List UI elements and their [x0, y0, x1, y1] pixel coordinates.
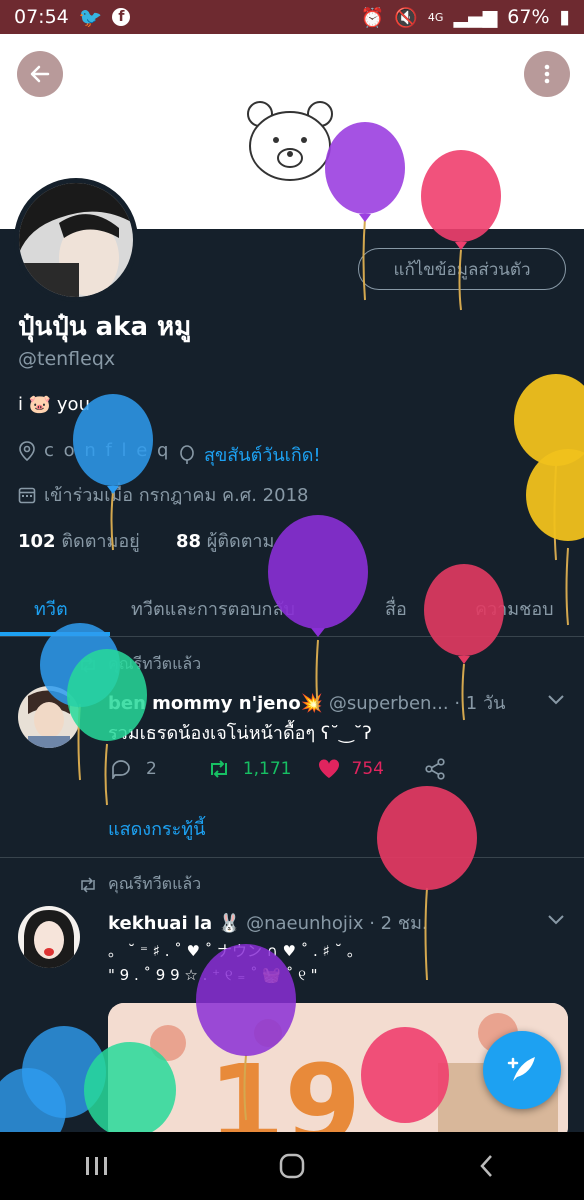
retweet-count: 1,171 [242, 759, 292, 779]
chevron-down-icon[interactable] [547, 914, 565, 926]
following-label: ติดตามอยู่ [61, 531, 140, 552]
avatar-photo [18, 686, 80, 748]
network-type: 4G [427, 10, 444, 24]
like-count: 754 [351, 759, 384, 779]
tweet-author-name[interactable]: kekhuai la [108, 913, 212, 934]
profile-birthday[interactable]: สุขสันต์วันเกิด! [178, 440, 321, 469]
retweet-indicator: คุณรีทวีตแล้ว [78, 652, 201, 677]
joined-text: เข้าร่วมเมื่อ กรกฎาคม ค.ศ. 2018 [44, 485, 309, 506]
alarm-icon: ⏰ [360, 6, 385, 29]
balloon-icon [514, 374, 584, 561]
share-icon[interactable] [424, 758, 446, 780]
back-button[interactable] [17, 51, 63, 97]
retweet-small-icon [81, 656, 95, 673]
status-time: 07:54 [14, 6, 69, 28]
twitter-notification-icon: 🐦 [78, 6, 103, 29]
balloon-icon [377, 786, 477, 981]
location-pin-icon [19, 440, 35, 461]
bio-text-after: you [56, 394, 90, 415]
profile-name: ปุ๋นปุ๋น aka หมู [18, 312, 192, 342]
more-options-button[interactable] [524, 51, 570, 97]
retweet-label: คุณรีทวีตแล้ว [108, 874, 202, 893]
tweet-time: · 2 ชม. [369, 913, 428, 934]
facebook-notification-icon: f [112, 8, 131, 26]
profile-bio: i 🐷 you [18, 394, 90, 415]
status-bar: 07:54 🐦 f ⏰ 🔇 4G ▂▄▆ 67% ▮ [0, 0, 584, 34]
tweet-time: · 1 วัน [454, 693, 506, 714]
tweet-header: kekhuai la 🐰 @naeunhojix · 2 ชม. [108, 908, 428, 937]
retweet-label: คุณรีทวีตแล้ว [108, 654, 202, 673]
profile-avatar[interactable] [14, 178, 138, 302]
tweet-actions: 2 1,171 754 [110, 758, 446, 780]
system-navigation-bar [0, 1132, 584, 1200]
battery-percent: 67% [507, 6, 550, 28]
tab-tweets-replies[interactable]: ทวีตและการตอบกลับ [131, 594, 295, 623]
location-text: c o n f l e q [44, 440, 171, 461]
avatar-photo [19, 183, 133, 297]
tweet-divider [0, 857, 584, 858]
profile-joined: เข้าร่วมเมื่อ กรกฎาคม ค.ศ. 2018 [18, 480, 308, 509]
birthday-text: สุขสันต์วันเกิด! [204, 445, 321, 466]
profile-tabs: ทวีต ทวีตและการตอบกลับ สื่อ ความชอบ [0, 584, 584, 637]
tweet-author-handle[interactable]: @naeunhojix [246, 913, 363, 934]
active-tab-indicator [0, 632, 110, 636]
bio-text-before: i [18, 394, 24, 415]
tweet-author-handle[interactable]: @superben... [329, 693, 449, 714]
followers-count: 88 [176, 531, 202, 552]
more-vertical-icon [544, 64, 550, 84]
following-stat[interactable]: 102 ติดตามอยู่ [18, 526, 140, 555]
avatar-photo [18, 906, 80, 968]
author-emoji: 🐰 [217, 913, 241, 934]
followers-label: ผู้ติดตาม [206, 531, 275, 552]
tweet-author-avatar[interactable] [18, 906, 80, 968]
following-count: 102 [18, 531, 56, 552]
tweet-text-line-2: " 9 . ˚ 9 9 ☆ . ⁺ ୧ ₌ ˚ 🧺 ˚ ୧ " [108, 966, 318, 984]
compose-feather-icon [507, 1057, 535, 1081]
profile-location: c o n f l e q [18, 440, 171, 461]
tweet-text: รวมเธรดน้องเจโน่หน้าดื้อๆ ʕ˘‿˘ʔ [108, 723, 372, 744]
profile-handle: @tenfleqx [18, 348, 116, 370]
battery-icon: ▮ [559, 6, 570, 28]
tweet-author-name[interactable]: ben mommy n'jeno [108, 693, 301, 714]
tab-tweets[interactable]: ทวีต [34, 594, 68, 623]
heart-icon[interactable] [318, 759, 340, 779]
reply-count: 2 [146, 759, 157, 779]
recent-apps-icon[interactable] [82, 1153, 112, 1179]
tweet-text-line-1: 。 ˘ ⁼ ♯ . ˚ ♥ ˚ ナウン ∩ ♥ ˚ . ♯ ˘ 。 [108, 942, 362, 960]
tab-media[interactable]: สื่อ [385, 594, 407, 623]
signal-icon: ▂▄▆ [453, 6, 498, 28]
bear-doodle-icon [247, 101, 333, 181]
arrow-left-icon [30, 65, 50, 83]
retweet-small-icon [81, 876, 95, 893]
retweet-indicator: คุณรีทวีตแล้ว [78, 872, 201, 897]
compose-tweet-button[interactable] [483, 1031, 561, 1109]
show-thread-link[interactable]: แสดงกระทู้นี้ [108, 814, 205, 843]
tab-likes[interactable]: ความชอบ [475, 594, 554, 623]
chevron-down-icon[interactable] [547, 694, 565, 706]
balloon-icon [22, 1026, 106, 1118]
tweet-header: ben mommy n'jeno💥 @superben... · 1 วัน [108, 688, 505, 717]
balloon-icon [180, 444, 194, 464]
reply-icon[interactable] [110, 759, 132, 779]
calendar-icon [18, 487, 36, 503]
home-icon[interactable] [277, 1151, 307, 1181]
pig-emoji: 🐷 [28, 394, 52, 415]
svg-text:19: 19 [208, 1041, 361, 1143]
followers-stat[interactable]: 88 ผู้ติดตาม [176, 526, 274, 555]
back-nav-icon[interactable] [472, 1151, 502, 1181]
author-emoji: 💥 [300, 693, 324, 714]
tweet-author-avatar[interactable] [18, 686, 80, 748]
edit-profile-button[interactable]: แก้ไขข้อมูลส่วนตัว [358, 248, 566, 290]
retweet-icon[interactable] [207, 759, 231, 779]
mute-icon: 🔇 [394, 6, 418, 29]
